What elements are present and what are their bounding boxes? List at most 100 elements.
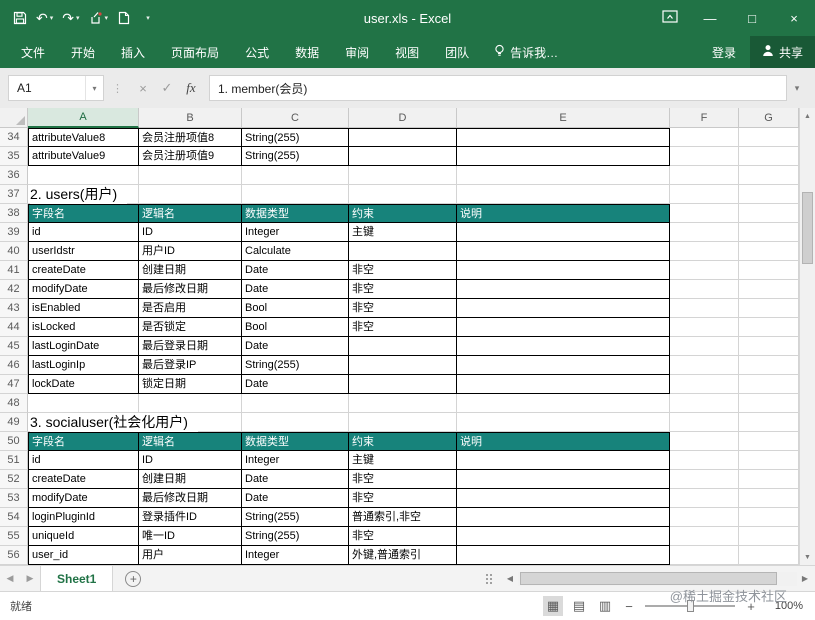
column-header-A[interactable]: A	[28, 108, 139, 128]
row-header-34[interactable]: 34	[0, 128, 28, 147]
row-header-50[interactable]: 50	[0, 432, 28, 451]
cell-C42[interactable]: Date	[242, 280, 349, 299]
cell-A46[interactable]: lastLoginIp	[28, 356, 139, 375]
page-break-view-button[interactable]: ▥	[595, 596, 615, 616]
cell-C52[interactable]: Date	[242, 470, 349, 489]
cell-E55[interactable]	[457, 527, 670, 546]
cell-A35[interactable]: attributeValue9	[28, 147, 139, 166]
cell-D48[interactable]	[349, 394, 457, 413]
row-header-42[interactable]: 42	[0, 280, 28, 299]
cell-B44[interactable]: 是否锁定	[139, 318, 242, 337]
cell-E37[interactable]	[457, 185, 670, 204]
enter-button[interactable]: ✓	[155, 75, 179, 101]
cell-D37[interactable]	[349, 185, 457, 204]
cell-C53[interactable]: Date	[242, 489, 349, 508]
name-box-dropdown-icon[interactable]: ▾	[85, 76, 103, 100]
cell-A54[interactable]: loginPluginId	[28, 508, 139, 527]
column-header-C[interactable]: C	[242, 108, 349, 128]
page-layout-view-button[interactable]: ▤	[569, 596, 589, 616]
cell-E35[interactable]	[457, 147, 670, 166]
cell-E46[interactable]	[457, 356, 670, 375]
row-header-56[interactable]: 56	[0, 546, 28, 565]
next-sheet-icon[interactable]: ▶	[20, 566, 40, 591]
row-header-39[interactable]: 39	[0, 223, 28, 242]
cell-A41[interactable]: createDate	[28, 261, 139, 280]
cell-A42[interactable]: modifyDate	[28, 280, 139, 299]
insert-function-button[interactable]: fx	[179, 75, 203, 101]
cell-D41[interactable]: 非空	[349, 261, 457, 280]
cell-F55[interactable]	[670, 527, 739, 546]
cell-F48[interactable]	[670, 394, 739, 413]
cell-E53[interactable]	[457, 489, 670, 508]
cell-D45[interactable]	[349, 337, 457, 356]
cell-B42[interactable]: 最后修改日期	[139, 280, 242, 299]
cell-G37[interactable]	[739, 185, 799, 204]
share-button[interactable]: 共享	[749, 36, 815, 68]
row-header-52[interactable]: 52	[0, 470, 28, 489]
cell-D38[interactable]: 约束	[349, 204, 457, 223]
row-header-40[interactable]: 40	[0, 242, 28, 261]
cell-A36[interactable]	[28, 166, 139, 185]
cell-E45[interactable]	[457, 337, 670, 356]
ribbon-tab-data[interactable]: 数据	[282, 36, 332, 68]
cell-G38[interactable]	[739, 204, 799, 223]
cell-D34[interactable]	[349, 128, 457, 147]
cell-F47[interactable]	[670, 375, 739, 394]
cell-B34[interactable]: 会员注册项值8	[139, 128, 242, 147]
cell-B35[interactable]: 会员注册项值9	[139, 147, 242, 166]
cell-B45[interactable]: 最后登录日期	[139, 337, 242, 356]
row-header-41[interactable]: 41	[0, 261, 28, 280]
cell-D44[interactable]: 非空	[349, 318, 457, 337]
cell-D35[interactable]	[349, 147, 457, 166]
cell-A43[interactable]: isEnabled	[28, 299, 139, 318]
scroll-up-icon[interactable]: ▲	[800, 108, 815, 124]
sign-in-button[interactable]: 登录	[698, 36, 750, 68]
cell-E38[interactable]: 说明	[457, 204, 670, 223]
column-header-G[interactable]: G	[739, 108, 799, 128]
cell-G42[interactable]	[739, 280, 799, 299]
cell-G43[interactable]	[739, 299, 799, 318]
maximize-button[interactable]: □	[731, 0, 773, 36]
cell-G46[interactable]	[739, 356, 799, 375]
cell-A38[interactable]: 字段名	[28, 204, 139, 223]
ribbon-display-options-button[interactable]	[651, 0, 689, 36]
cell-F37[interactable]	[670, 185, 739, 204]
cell-G36[interactable]	[739, 166, 799, 185]
cell-B54[interactable]: 登录插件ID	[139, 508, 242, 527]
horizontal-scrollbar[interactable]	[518, 571, 797, 586]
cell-G39[interactable]	[739, 223, 799, 242]
ribbon-tab-review[interactable]: 审阅	[332, 36, 382, 68]
cell-B48[interactable]	[139, 394, 242, 413]
cell-G56[interactable]	[739, 546, 799, 565]
undo-button[interactable]: ↶ ▾	[33, 5, 56, 31]
cell-E40[interactable]	[457, 242, 670, 261]
horizontal-scroll-thumb[interactable]	[520, 571, 777, 585]
row-header-35[interactable]: 35	[0, 147, 28, 166]
cell-D42[interactable]: 非空	[349, 280, 457, 299]
cell-E51[interactable]	[457, 451, 670, 470]
cell-D52[interactable]: 非空	[349, 470, 457, 489]
scroll-right-icon[interactable]: ▶	[797, 574, 813, 583]
cell-G41[interactable]	[739, 261, 799, 280]
cell-F46[interactable]	[670, 356, 739, 375]
cell-C49[interactable]	[242, 413, 349, 432]
cell-G52[interactable]	[739, 470, 799, 489]
cell-F54[interactable]	[670, 508, 739, 527]
cell-C56[interactable]: Integer	[242, 546, 349, 565]
cell-D49[interactable]	[349, 413, 457, 432]
cell-B41[interactable]: 创建日期	[139, 261, 242, 280]
zoom-slider[interactable]	[645, 600, 735, 612]
cell-C39[interactable]: Integer	[242, 223, 349, 242]
cell-C50[interactable]: 数据类型	[242, 432, 349, 451]
cancel-button[interactable]: ×	[131, 75, 155, 101]
cell-G55[interactable]	[739, 527, 799, 546]
cell-E52[interactable]	[457, 470, 670, 489]
cell-G48[interactable]	[739, 394, 799, 413]
cell-F38[interactable]	[670, 204, 739, 223]
customize-qat-button[interactable]: ▾	[137, 5, 157, 31]
cell-F51[interactable]	[670, 451, 739, 470]
column-header-F[interactable]: F	[670, 108, 739, 128]
vertical-scrollbar[interactable]: ▲ ▼	[799, 108, 815, 565]
cell-B51[interactable]: ID	[139, 451, 242, 470]
cell-C45[interactable]: Date	[242, 337, 349, 356]
